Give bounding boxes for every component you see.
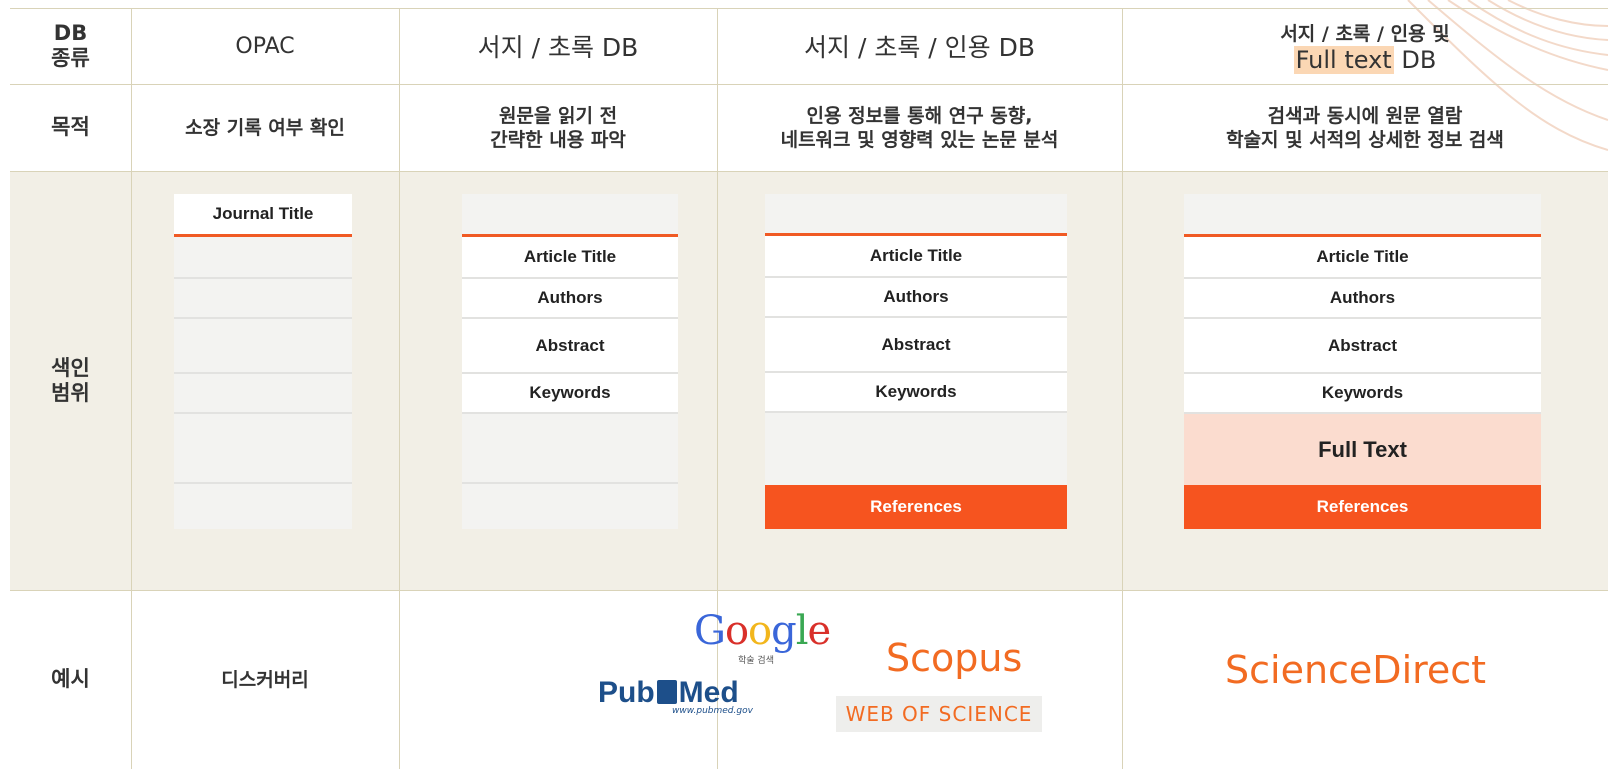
pubmed-pub: Pub bbox=[598, 676, 655, 709]
purpose-biblio-abstract-citation: 인용 정보를 통해 연구 동향, 네트워크 및 영향력 있는 논문 분석 bbox=[717, 84, 1122, 171]
purpose-biblio-abstract: 원문을 읽기 전 간략한 내용 파악 bbox=[399, 84, 717, 171]
field-abstract: Abstract bbox=[1184, 319, 1541, 372]
web-of-science-logo: WEB OF SCIENCE bbox=[836, 696, 1042, 732]
field-article-title: Article Title bbox=[765, 236, 1067, 276]
field-full-text: Full Text bbox=[1184, 414, 1541, 485]
field-journal-title: Journal Title bbox=[174, 194, 352, 234]
field-keywords: Keywords bbox=[765, 373, 1067, 411]
purpose-fulltext-line2: 학술지 및 서적의 상세한 정보 검색 bbox=[1226, 128, 1504, 151]
column-header-fulltext-line2: Full text DB bbox=[1293, 45, 1437, 74]
db-comparison-table: DB 종류 OPAC 서지 / 초록 DB 서지 / 초록 / 인용 DB 서지… bbox=[10, 8, 1608, 769]
purpose-citation-line2: 네트워크 및 영향력 있는 논문 분석 bbox=[780, 128, 1059, 151]
field-abstract: Abstract bbox=[765, 318, 1067, 371]
field-article-title: Article Title bbox=[462, 237, 678, 277]
column-header-opac: OPAC bbox=[235, 33, 295, 59]
row-header-db-type: DB 종류 bbox=[10, 8, 131, 84]
sciencedirect-logo: ScienceDirect bbox=[1225, 648, 1487, 692]
pubmed-book-icon bbox=[656, 680, 677, 704]
row-header-db-type-line1: DB bbox=[53, 21, 88, 45]
pubmed-url: www.pubmed.gov bbox=[672, 706, 753, 716]
purpose-fulltext-line1: 검색과 동시에 원문 열람 bbox=[1267, 104, 1463, 127]
row-header-index-scope-line1: 색인 bbox=[51, 355, 90, 380]
biblio-abstract-index-card: Article Title Authors Abstract Keywords bbox=[462, 194, 678, 529]
field-keywords: Keywords bbox=[462, 374, 678, 412]
row-header-purpose: 목적 bbox=[51, 115, 90, 139]
row-header-db-type-line2: 종류 bbox=[51, 46, 90, 70]
purpose-citation-line1: 인용 정보를 통해 연구 동향, bbox=[806, 104, 1033, 127]
purpose-biblio-abstract-line2: 간략한 내용 파악 bbox=[490, 128, 626, 151]
pubmed-logo: Pub Med bbox=[598, 676, 739, 710]
purpose-biblio-abstract-line1: 원문을 읽기 전 bbox=[498, 104, 618, 127]
fulltext-highlight: Full text bbox=[1293, 45, 1394, 74]
pubmed-med: Med bbox=[678, 676, 739, 709]
column-header-biblio-abstract: 서지 / 초록 DB bbox=[477, 33, 639, 62]
row-header-example: 예시 bbox=[51, 667, 90, 691]
row-header-index-scope-line2: 범위 bbox=[51, 380, 90, 405]
field-article-title: Article Title bbox=[1184, 237, 1541, 277]
field-abstract: Abstract bbox=[462, 319, 678, 372]
field-references: References bbox=[1184, 485, 1541, 529]
column-header-fulltext: 서지 / 초록 / 인용 및 Full text DB bbox=[1122, 8, 1608, 84]
purpose-fulltext: 검색과 동시에 원문 열람 학술지 및 서적의 상세한 정보 검색 bbox=[1122, 84, 1608, 171]
field-keywords: Keywords bbox=[1184, 374, 1541, 412]
citation-index-card: Article Title Authors Abstract Keywords … bbox=[765, 194, 1067, 529]
purpose-opac: 소장 기록 여부 확인 bbox=[185, 116, 345, 139]
field-authors: Authors bbox=[765, 278, 1067, 316]
column-header-biblio-abstract-citation: 서지 / 초록 / 인용 DB bbox=[804, 33, 1035, 62]
row-header-index-scope: 색인 범위 bbox=[10, 171, 131, 590]
google-scholar-sub: 학술 검색 bbox=[738, 656, 774, 666]
fulltext-suffix: DB bbox=[1401, 45, 1437, 74]
scopus-logo: Scopus bbox=[886, 636, 1023, 680]
field-authors: Authors bbox=[462, 279, 678, 317]
field-references: References bbox=[765, 485, 1067, 529]
field-authors: Authors bbox=[1184, 279, 1541, 317]
opac-index-card: Journal Title bbox=[174, 194, 352, 529]
example-discovery: 디스커버리 bbox=[221, 668, 309, 691]
column-header-fulltext-line1: 서지 / 초록 / 인용 및 bbox=[1280, 22, 1450, 45]
google-scholar-logo: Google bbox=[694, 608, 831, 654]
fulltext-index-card: Article Title Authors Abstract Keywords … bbox=[1184, 194, 1541, 529]
